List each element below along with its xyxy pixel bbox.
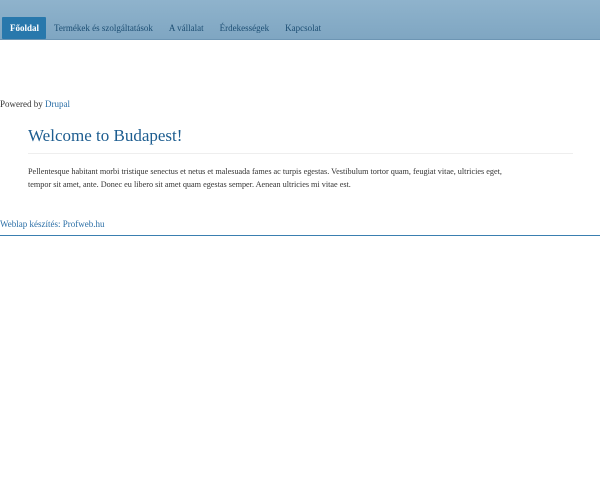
nav-item-contact[interactable]: Kapcsolat [277, 17, 329, 39]
footer: Weblap készítés: Profweb.hu [0, 214, 600, 236]
nav-item-home[interactable]: Főoldal [2, 17, 47, 39]
title-divider [28, 153, 573, 154]
powered-by: Powered by Drupal [0, 99, 70, 109]
nav-menu: Főoldal Termékek és szolgáltatások A vál… [2, 17, 329, 39]
nav-item-company[interactable]: A vállalat [161, 17, 212, 39]
page-title: Welcome to Budapest! [28, 126, 183, 145]
main-navigation: Főoldal Termékek és szolgáltatások A vál… [0, 0, 600, 40]
powered-by-text: Powered by [0, 99, 45, 109]
drupal-link[interactable]: Drupal [45, 99, 70, 109]
nav-item-products-services[interactable]: Termékek és szolgáltatások [46, 17, 161, 39]
footer-credit-link[interactable]: Weblap készítés: Profweb.hu [0, 219, 105, 229]
main-content: Welcome to Budapest! Pellentesque habita… [28, 124, 573, 191]
body-paragraph: Pellentesque habitant morbi tristique se… [28, 167, 502, 189]
nav-item-curiosities[interactable]: Érdekességek [212, 17, 277, 39]
